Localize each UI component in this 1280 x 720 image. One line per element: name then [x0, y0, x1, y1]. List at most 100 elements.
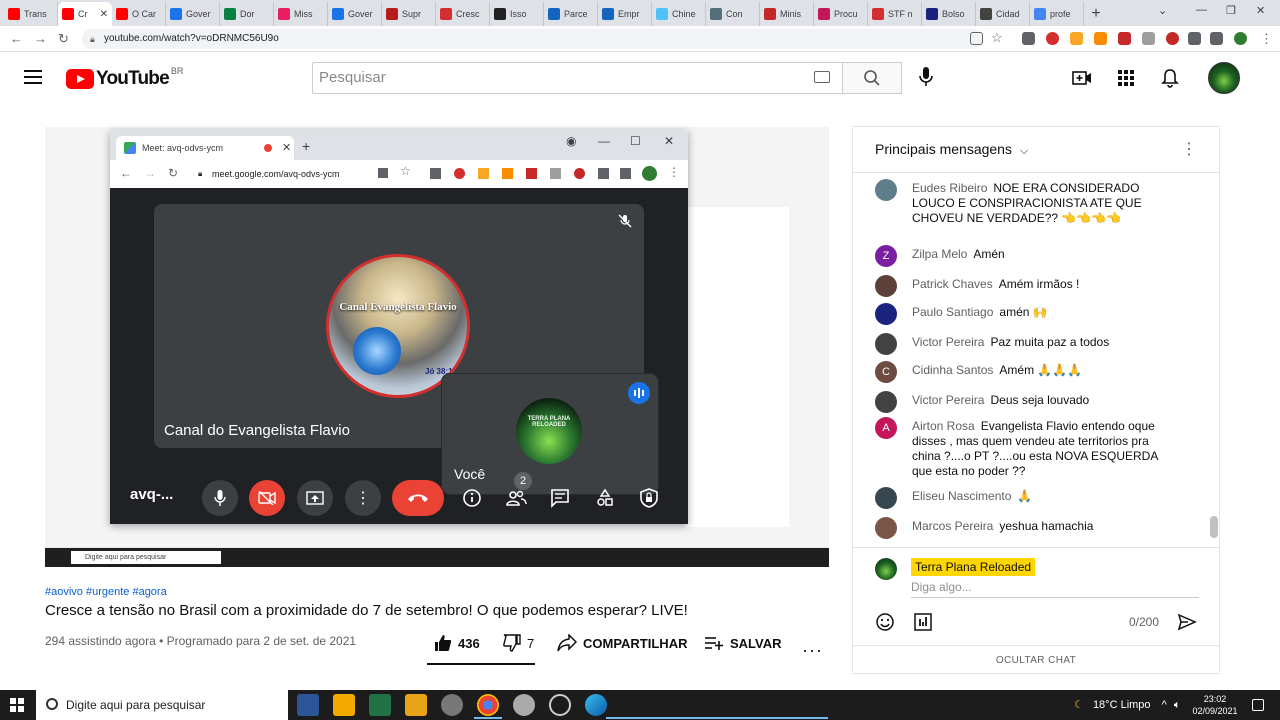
chat-message[interactable]: Eudes Ribeiro NOE ERA CONSIDERADO LOUCO E… — [875, 179, 1175, 226]
install-icon[interactable] — [970, 32, 983, 45]
poll-icon[interactable] — [913, 612, 933, 632]
emoji-icon[interactable] — [875, 612, 895, 632]
browser-tab[interactable]: Chine — [652, 2, 706, 26]
app-icon[interactable] — [513, 694, 535, 716]
extension-icon[interactable] — [1046, 32, 1059, 45]
puzzle-icon[interactable] — [1188, 32, 1201, 45]
extension-icon[interactable] — [1166, 32, 1179, 45]
chat-message-input[interactable]: Diga algo... — [911, 580, 1199, 598]
more-actions-button[interactable]: ··· — [802, 640, 823, 661]
browser-tab[interactable]: O Car — [112, 2, 166, 26]
folder-app-icon[interactable] — [333, 694, 355, 716]
extension-icon[interactable] — [526, 168, 537, 179]
search-button[interactable] — [842, 62, 902, 94]
minimize-button[interactable]: — — [598, 134, 610, 148]
chat-author-name[interactable]: Paulo Santiago — [912, 305, 993, 319]
more-options-button[interactable]: ⋮ — [345, 480, 381, 516]
close-tab-icon[interactable]: ✕ — [282, 136, 291, 160]
extension-icon[interactable] — [1022, 32, 1035, 45]
notifications-icon[interactable] — [1252, 699, 1264, 711]
guide-menu-icon[interactable] — [24, 70, 42, 84]
tab-search-icon[interactable]: ⌄ — [1158, 4, 1167, 17]
chat-message[interactable]: Eliseu Nascimento 🙏 — [875, 487, 1175, 509]
browser-tab[interactable]: Dor — [220, 2, 274, 26]
profile-avatar[interactable] — [642, 166, 657, 181]
chat-author-name[interactable]: Eliseu Nascimento — [912, 489, 1011, 503]
browser-tab[interactable]: Gover — [166, 2, 220, 26]
app-icon[interactable] — [441, 694, 463, 716]
close-tab-icon[interactable]: ✕ — [100, 9, 108, 20]
chat-button[interactable] — [542, 480, 578, 516]
chat-author-name[interactable]: Victor Pereira — [912, 393, 984, 407]
tray-chevron-icon[interactable]: ^ — [1162, 699, 1167, 711]
maximize-button[interactable]: ❐ — [1226, 4, 1236, 17]
new-tab-icon[interactable]: + — [1084, 2, 1108, 26]
windows-start-icon[interactable] — [10, 698, 24, 712]
media-icon[interactable] — [1210, 32, 1223, 45]
apps-grid-icon[interactable] — [1116, 68, 1136, 88]
meet-url-field[interactable]: 🔒︎ meet.google.com/avq-odvs-ycm — [190, 165, 370, 183]
chat-author-name[interactable]: Zilpa Melo — [912, 247, 967, 261]
chat-author-name[interactable]: Cidinha Santos — [912, 363, 993, 377]
search-input[interactable]: Pesquisar — [312, 62, 842, 94]
browser-tab[interactable]: Trans — [4, 2, 58, 26]
chat-message[interactable]: Paulo Santiago amén 🙌 — [875, 303, 1175, 325]
share-button[interactable]: COMPARTILHAR — [557, 632, 687, 654]
file-explorer-icon[interactable] — [405, 694, 427, 716]
chat-author-name[interactable]: Marcos Pereira — [912, 519, 993, 533]
browser-tab[interactable]: Bolso — [922, 2, 976, 26]
notifications-bell-icon[interactable] — [1160, 68, 1180, 88]
extension-icon[interactable] — [1094, 32, 1107, 45]
extension-icon[interactable] — [430, 168, 441, 179]
browser-tab[interactable]: Minis — [760, 2, 814, 26]
close-window-button[interactable]: ✕ — [1256, 4, 1265, 17]
chat-author-name[interactable]: Eudes Ribeiro — [912, 181, 987, 195]
chrome-app-icon[interactable] — [477, 694, 499, 716]
new-tab-icon[interactable]: + — [302, 138, 310, 154]
reload-icon[interactable]: ↻ — [168, 166, 178, 180]
hide-chat-button[interactable]: OCULTAR CHAT — [853, 645, 1219, 675]
close-window-button[interactable]: ✕ — [664, 134, 674, 148]
present-screen-button[interactable] — [297, 480, 333, 516]
chat-message[interactable]: Marcos Pereira yeshua hamachia — [875, 517, 1175, 539]
activities-button[interactable] — [587, 480, 623, 516]
chat-message[interactable]: Z Zilpa Melo Amén — [875, 245, 1175, 267]
maximize-button[interactable]: ☐ — [630, 134, 641, 148]
send-icon[interactable] — [1177, 612, 1197, 632]
back-icon[interactable]: ← — [10, 31, 23, 46]
chat-more-icon[interactable]: ⋮ — [1181, 139, 1197, 159]
chat-scrollbar[interactable] — [1210, 516, 1218, 538]
minimize-button[interactable]: — — [1196, 4, 1207, 16]
account-avatar[interactable] — [1208, 62, 1240, 94]
extension-icon[interactable] — [1070, 32, 1083, 45]
browser-tab[interactable]: Gover — [328, 2, 382, 26]
save-button[interactable]: SALVAR — [704, 632, 782, 654]
browser-tab[interactable]: Parce — [544, 2, 598, 26]
extension-icon[interactable] — [574, 168, 585, 179]
browser-tab[interactable]: STF n — [868, 2, 922, 26]
host-controls-button[interactable] — [631, 480, 667, 516]
meeting-details-button[interactable] — [454, 480, 490, 516]
extension-icon[interactable] — [1142, 32, 1155, 45]
forward-icon[interactable]: → — [34, 31, 47, 46]
profile-avatar[interactable] — [1234, 32, 1247, 45]
dislike-button[interactable]: 7 — [503, 632, 534, 654]
chat-author-name[interactable]: Airton Rosa — [912, 419, 975, 433]
chat-message[interactable]: C Cidinha Santos Amém 🙏🙏🙏 — [875, 361, 1175, 383]
camera-off-button[interactable] — [249, 480, 285, 516]
browser-tab[interactable]: profe — [1030, 2, 1084, 26]
puzzle-icon[interactable] — [598, 168, 609, 179]
chat-message[interactable]: Victor Pereira Paz muita paz a todos — [875, 333, 1175, 355]
like-button[interactable]: 436 — [434, 632, 480, 654]
bookmark-star-icon[interactable]: ☆ — [991, 30, 1003, 46]
extension-icon[interactable] — [550, 168, 561, 179]
excel-app-icon[interactable] — [369, 694, 391, 716]
camera-indicator-icon[interactable] — [378, 168, 388, 178]
pdf-extension-icon[interactable] — [1118, 32, 1131, 45]
forward-icon[interactable]: → — [144, 166, 156, 180]
browser-tab[interactable]: Isso — [490, 2, 544, 26]
taskbar-search-input[interactable]: Digite aqui para pesquisar — [36, 690, 288, 720]
browser-tab[interactable]: Cresc — [436, 2, 490, 26]
meet-tab[interactable]: Meet: avq-odvs-ycm ✕ — [116, 136, 294, 160]
leave-call-button[interactable] — [392, 480, 444, 516]
